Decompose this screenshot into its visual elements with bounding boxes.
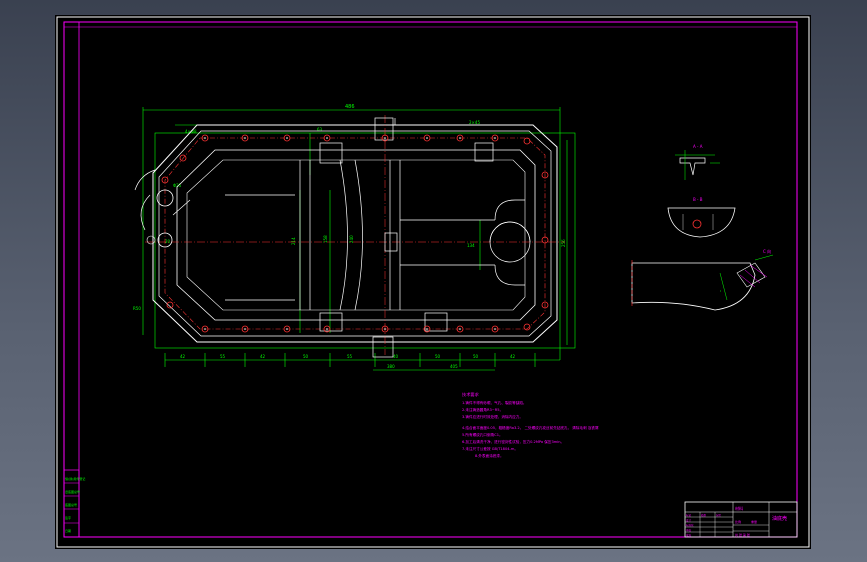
title-drawing-name: 油底壳: [772, 515, 787, 522]
dim-center-b: 20: [165, 239, 171, 244]
cad-drawing: 借(通)用件登记 旧底图总号 底图总号 签字 日期 材料 油底壳 比例 重量 共…: [56, 16, 810, 548]
note-line-6: 6.加工后清洗干净，进行密封性试验，压力0.2MPa 保压3min。: [462, 439, 564, 444]
dim-b4: 50: [303, 354, 309, 359]
note-line-5: 5.所有螺纹孔口倒角C1。: [462, 432, 503, 437]
section-view-a: A - A: [675, 144, 720, 180]
main-plan-view: 486 4×Φ8 63 2×45 42 55 42 50 55 40 50 50…: [133, 104, 576, 371]
note-line-4: 4.结合面平面度0.05，粗糙度Ra3.2。 二处螺纹孔攻丝前先钻底孔， 清除毛…: [462, 425, 599, 430]
title-approve: 批准: [686, 533, 692, 537]
title-sheet: 共 张 第 张: [735, 532, 750, 537]
dim-b2: 55: [220, 354, 226, 359]
notes-heading: 技术要求: [462, 391, 480, 398]
technical-notes: 技术要求 1.铸件不得有砂眼、气孔、裂纹等缺陷。 2.未注铸造圆角R3~R5。 …: [462, 391, 599, 458]
title-standard: 标准化: [686, 523, 694, 527]
section-view-b: B - B: [667, 197, 736, 238]
dim-b1: 42: [180, 354, 186, 359]
stamp-line-1: 借(通)用件登记: [65, 476, 85, 481]
title-row-mark: 标记: [686, 513, 692, 517]
title-material: 材料: [735, 505, 743, 511]
title-weight: 重量: [751, 519, 757, 524]
dim-center-a: 134: [467, 243, 475, 248]
title-scale: 比例: [735, 519, 741, 524]
note-line-2: 2.未注铸造圆角R3~R5。: [462, 407, 503, 412]
dim-b5: 55: [347, 354, 353, 359]
title-row-count: 处数: [701, 513, 707, 517]
stamp-line-4: 签字: [65, 515, 71, 520]
section-view-c: C 向 I: [631, 248, 774, 311]
stamp-line-3: 底图总号: [65, 502, 77, 507]
outer-frame: [56, 16, 810, 548]
title-row-zone: 分区: [716, 513, 722, 517]
stamp-line-2: 旧底图总号: [65, 489, 80, 494]
note-line-7: 7.未注尺寸公差按 GB/T1804-m。: [462, 446, 518, 451]
label-detail: I: [720, 289, 721, 293]
dim-bm2: 405: [450, 364, 458, 369]
note-line-3: 3.铸件应进行时效处理，消除内应力。: [462, 414, 523, 419]
dim-b3: 42: [260, 354, 266, 359]
label-b-b: B - B: [693, 197, 703, 202]
dim-bm1: 380: [387, 364, 395, 369]
label-view-c: C 向: [763, 248, 771, 254]
bolt-holes: [161, 134, 549, 333]
title-review: 审核: [686, 528, 692, 532]
dim-b8: 50: [473, 354, 479, 359]
title-block: 材料 油底壳 比例 重量 共 张 第 张 标记 处数 分区 设计 标准化 审核 …: [684, 501, 798, 538]
note-line-1: 1.铸件不得有砂眼、气孔、裂纹等缺陷。: [462, 400, 527, 405]
dim-height-a: 214: [291, 237, 296, 245]
dim-right-side: 256: [561, 239, 566, 247]
dim-b7: 50: [435, 354, 441, 359]
dim-b9: 42: [510, 354, 516, 359]
drawing-sheet: 借(通)用件登记 旧底图总号 底图总号 签字 日期 材料 油底壳 比例 重量 共…: [55, 15, 811, 549]
label-a-a: A - A: [693, 144, 703, 149]
dim-top-right: 2×45: [469, 120, 480, 125]
inner-frame: [63, 21, 798, 538]
title-design: 设计: [686, 518, 692, 522]
side-stamp: 借(通)用件登记 旧底图总号 底图总号 签字 日期: [63, 469, 85, 538]
dim-b6: 40: [393, 354, 399, 359]
note-line-8: 8.外表面涂底漆。: [475, 453, 504, 458]
stamp-line-5: 日期: [65, 528, 71, 533]
dim-overall-top: 486: [345, 104, 355, 110]
dim-left-side: R50: [133, 306, 141, 311]
